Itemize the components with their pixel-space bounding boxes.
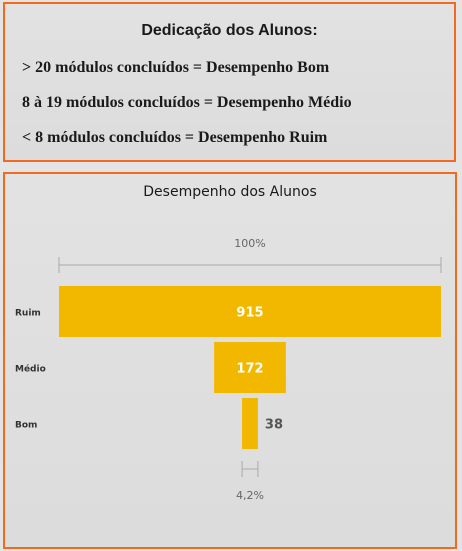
category-label-1: Médio [15, 364, 46, 375]
value-label-0: 915 [236, 306, 263, 321]
legend-panel: Dedicação dos Alunos: > 20 módulos concl… [3, 2, 456, 162]
legend-line-ruim: < 8 módulos concluídos = Desempenho Ruim [22, 129, 328, 146]
funnel-chart: 100% Ruim 915 Médio 172 Bom 38 4,2% [15, 237, 442, 502]
value-label-2: 38 [265, 418, 283, 433]
legend-title: Dedicação dos Alunos: [141, 22, 318, 39]
category-label-0: Ruim [15, 309, 41, 319]
top-percent-label: 100% [234, 237, 265, 250]
funnel-bar-2 [242, 398, 258, 449]
bottom-percent-label: 4,2% [236, 489, 264, 502]
legend-line-bom: > 20 módulos concluídos = Desempenho Bom [22, 59, 330, 76]
value-label-1: 172 [236, 362, 263, 377]
chart-panel: Desempenho dos Alunos 100% Ruim 915 Médio 17… [3, 172, 457, 549]
legend-line-medio: 8 à 19 módulos concluídos = Desempenho M… [22, 94, 352, 111]
category-label-2: Bom [15, 421, 37, 431]
